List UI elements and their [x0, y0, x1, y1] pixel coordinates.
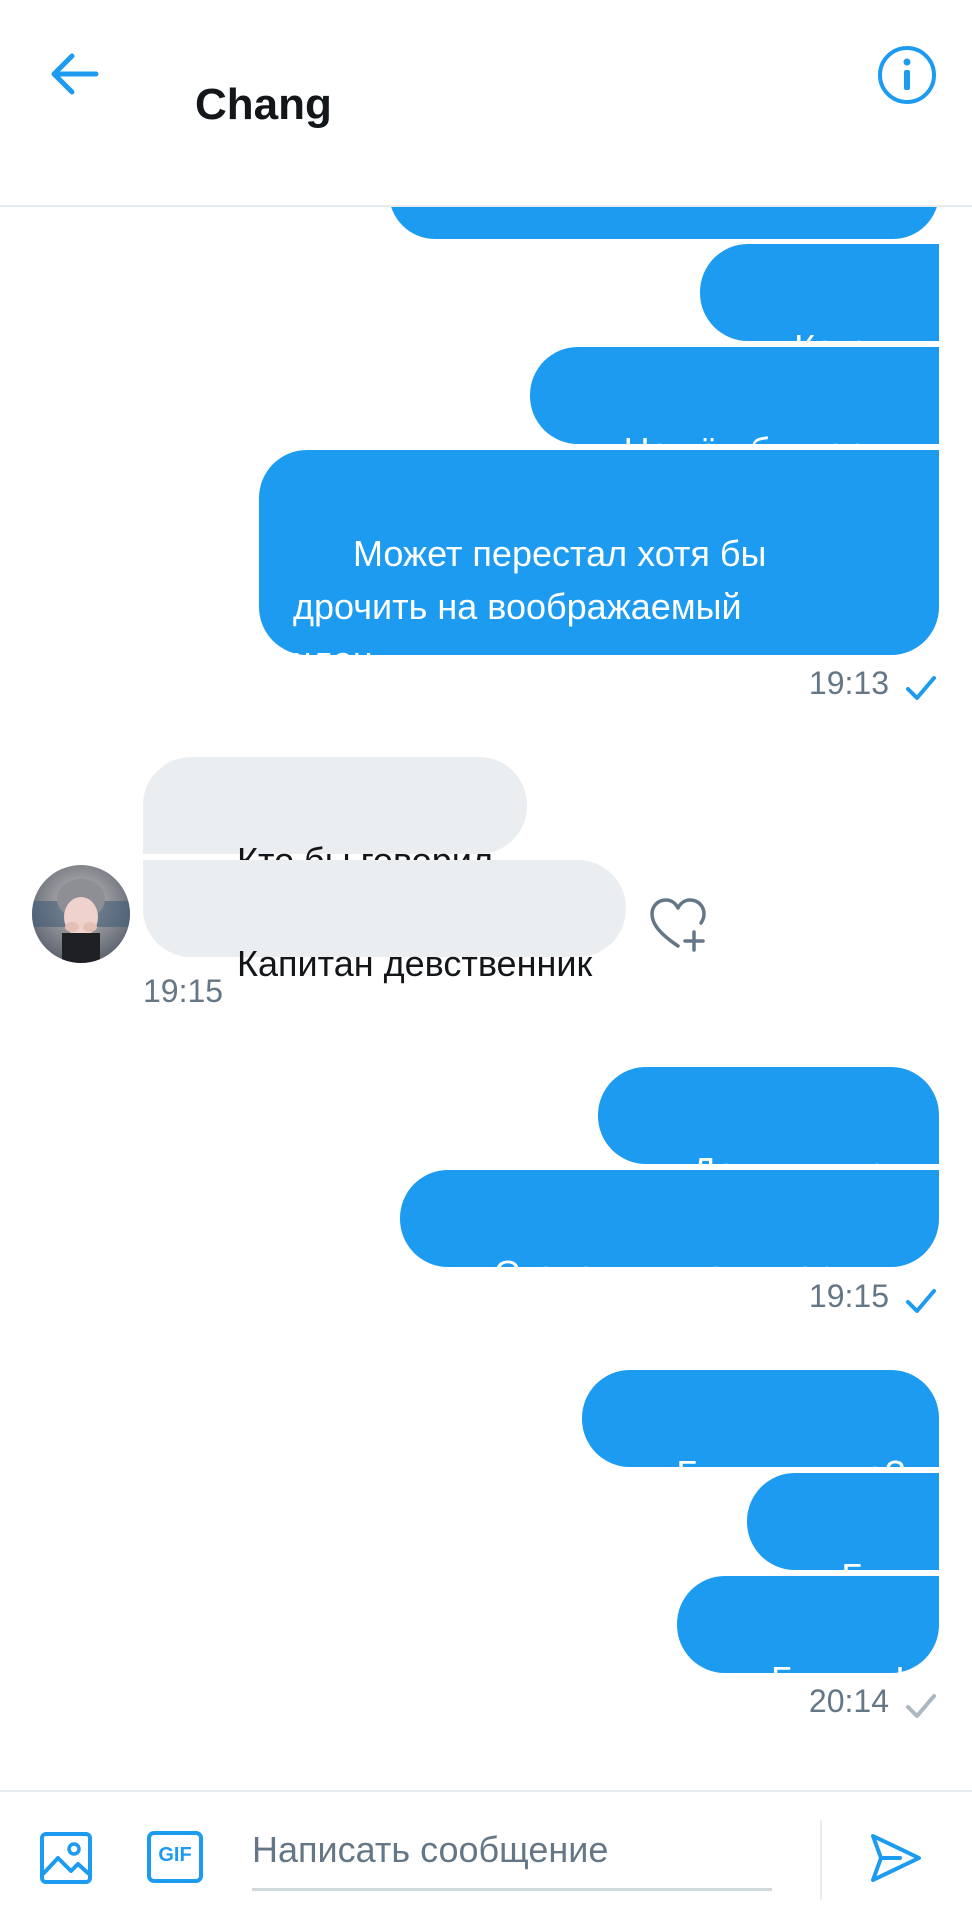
like-reaction-button[interactable] — [646, 892, 710, 956]
message-bubble-incoming[interactable]: Кто бы говорил — [143, 757, 527, 881]
avatar-image — [32, 865, 130, 963]
sent-check-icon — [906, 1289, 936, 1313]
message-timestamp: 20:14 — [808, 1683, 889, 1719]
dm-screen: Chang Кстати Нашёл бы парня Может перест… — [0, 0, 972, 1920]
message-bubble-outgoing[interactable]: Кстати — [700, 244, 939, 368]
send-icon — [871, 1834, 921, 1882]
message-bubble-incoming[interactable]: Капитан девственник — [143, 860, 627, 984]
arrow-left-icon — [51, 53, 99, 95]
message-timestamp: 19:15 — [808, 1278, 889, 1314]
gif-button[interactable]: GIF — [146, 1830, 204, 1884]
message-composer: GIF — [0, 1790, 972, 1920]
send-button[interactable] — [868, 1830, 924, 1886]
conversation-header: Chang — [0, 0, 972, 207]
message-list[interactable]: Кстати Нашёл бы парня Может перестал хот… — [0, 207, 972, 1790]
gif-label: GIF — [158, 1844, 192, 1866]
back-button[interactable] — [44, 42, 108, 106]
sent-check-icon — [906, 676, 936, 700]
composer-divider — [820, 1820, 822, 1900]
message-timestamp: 19:15 — [143, 973, 224, 1009]
avatar[interactable] — [32, 865, 130, 963]
message-bubble-outgoing[interactable]: Бини, ты где? — [582, 1370, 939, 1494]
message-bubble-outgoing[interactable]: Может перестал хотя бы дрочить на вообра… — [259, 450, 939, 680]
message-bubble-outgoing[interactable]: Биииин! — [677, 1576, 939, 1700]
message-bubble-outgoing[interactable]: Станешь у меня первым — [399, 1170, 939, 1294]
add-media-button[interactable] — [38, 1830, 94, 1886]
message-input[interactable] — [252, 1812, 772, 1891]
image-icon — [40, 1832, 92, 1884]
info-circle-icon — [878, 46, 936, 104]
message-bubble-outgoing[interactable]: Бин — [747, 1473, 939, 1597]
message-timestamp: 19:13 — [808, 665, 889, 701]
conversation-title[interactable]: Chang — [195, 80, 332, 130]
info-button[interactable] — [876, 44, 938, 106]
message-bubble-outgoing[interactable] — [389, 207, 939, 239]
sent-check-icon-unread — [906, 1694, 936, 1718]
heart-plus-icon — [650, 898, 706, 952]
message-bubble-outgoing[interactable]: Нашёл бы парня — [529, 347, 939, 471]
message-bubble-outgoing[interactable]: Дошутишься — [597, 1067, 939, 1191]
